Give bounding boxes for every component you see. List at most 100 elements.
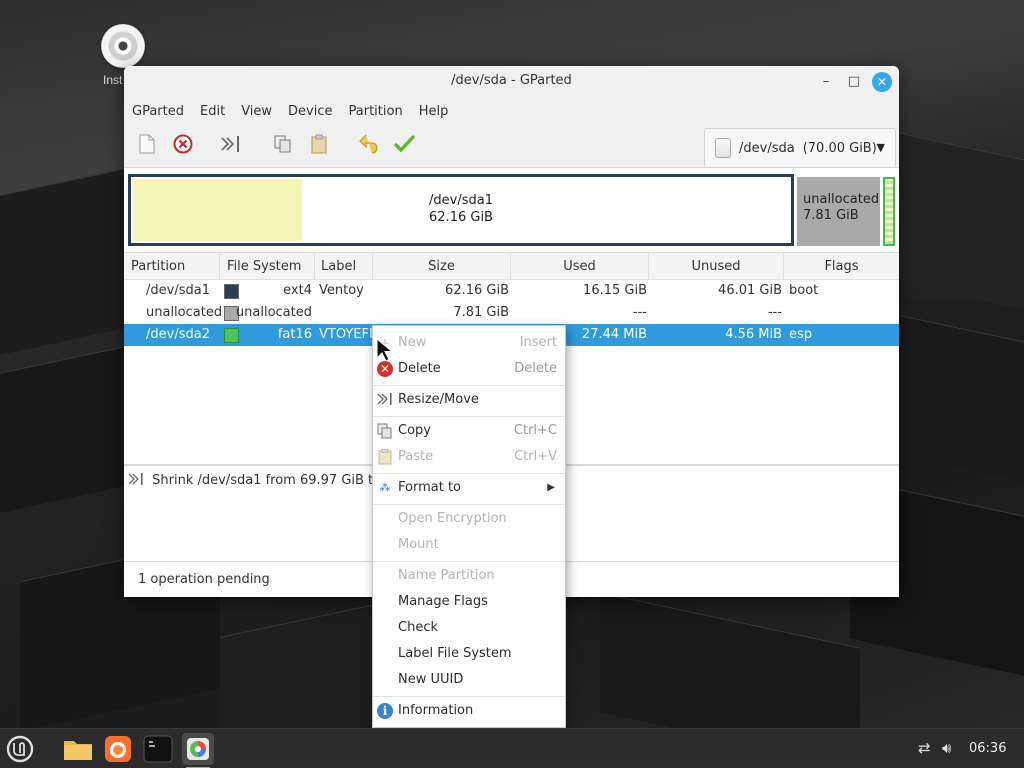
menu-item-copy[interactable]: Copy Ctrl+C <box>373 418 565 444</box>
menu-item-resize-move[interactable]: Resize/Move <box>373 387 565 413</box>
cell-flags: boot <box>789 283 819 298</box>
menu-item-paste[interactable]: Paste Ctrl+V <box>373 444 565 470</box>
menu-item-shortcut: Delete <box>514 361 557 376</box>
col-file-system[interactable]: File System <box>220 253 315 280</box>
clock[interactable]: 06:36 <box>969 741 1006 756</box>
menu-item-label: Resize/Move <box>398 392 479 407</box>
title-bar[interactable]: /dev/sda - GParted – □ ✕ <box>124 66 899 98</box>
menu-item-information[interactable]: i Information <box>373 698 565 724</box>
cell-partition: /dev/sda2 <box>146 327 210 342</box>
partition-map: /dev/sda1 62.16 GiB unallocated 7.81 GiB <box>124 168 899 250</box>
paste-button[interactable] <box>306 134 332 158</box>
table-row[interactable]: unallocated unallocated 7.81 GiB --- --- <box>124 302 899 324</box>
menu-bar: GParted Edit View Device Partition Help <box>124 98 899 124</box>
cell-flags: esp <box>789 327 813 342</box>
menu-separator <box>373 696 565 697</box>
minimize-button[interactable]: – <box>816 72 836 92</box>
maximize-button[interactable]: □ <box>844 72 864 92</box>
fs-color-swatch <box>224 328 239 343</box>
menu-separator <box>373 416 565 417</box>
delete-icon: ✕ <box>377 361 393 377</box>
copy-icon <box>377 423 393 439</box>
apply-button[interactable] <box>392 134 418 158</box>
partition-context-menu: + New Insert ✕ Delete Delete Resize/Move… <box>372 325 566 728</box>
col-partition[interactable]: Partition <box>124 253 220 280</box>
cell-unused: 46.01 GiB <box>718 283 782 298</box>
menu-item-name-partition[interactable]: Name Partition <box>373 563 565 589</box>
folder-icon <box>64 741 92 760</box>
gparted-taskbar-button[interactable] <box>182 733 214 768</box>
mouse-pointer-icon <box>376 338 394 362</box>
pending-operation[interactable]: Shrink /dev/sda1 from 69.97 GiB to 6 <box>128 472 394 488</box>
resize-move-button[interactable] <box>218 134 244 158</box>
menu-gparted[interactable]: GParted <box>132 104 184 119</box>
menu-item-format-to[interactable]: ⁂ Format to ▶ <box>373 475 565 501</box>
fs-color-swatch <box>224 284 239 299</box>
table-header: Partition File System Label Size Used Un… <box>124 252 899 280</box>
menu-item-label-file-system[interactable]: Label File System <box>373 641 565 667</box>
window-title: /dev/sda - GParted <box>451 73 572 88</box>
menu-item-label: Delete <box>398 361 441 376</box>
menu-device[interactable]: Device <box>288 104 332 119</box>
cell-unused: --- <box>767 305 782 320</box>
delete-button[interactable] <box>170 134 196 158</box>
partition-map-sda1-text: /dev/sda1 62.16 GiB <box>131 192 791 226</box>
menu-item-new[interactable]: + New Insert <box>373 330 565 356</box>
menu-item-manage-flags[interactable]: Manage Flags <box>373 589 565 615</box>
new-partition-button[interactable] <box>134 134 160 158</box>
cell-label: Ventoy <box>319 283 364 298</box>
menu-item-shortcut: Ctrl+C <box>513 423 557 438</box>
menu-item-open-encryption[interactable]: Open Encryption <box>373 506 565 532</box>
menu-view[interactable]: View <box>241 104 272 119</box>
pending-operation-text: Shrink /dev/sda1 from 69.97 GiB to 6 <box>152 473 394 488</box>
volume-icon[interactable]: 🔊︎ <box>942 739 951 757</box>
taskbar: ⇄ 🔊︎ 06:36 <box>0 728 1024 768</box>
disc-icon <box>101 24 145 68</box>
col-flags[interactable]: Flags <box>784 253 899 280</box>
network-icon[interactable]: ⇄ <box>918 739 931 757</box>
install-disc-icon[interactable] <box>98 24 148 68</box>
dropdown-arrow-icon: ▼ <box>876 141 885 154</box>
device-size: (70.00 GiB) <box>802 140 877 156</box>
table-row[interactable]: /dev/sda1 ext4 Ventoy 62.16 GiB 16.15 Gi… <box>124 280 899 302</box>
cell-fs: unallocated <box>235 305 312 320</box>
menu-item-new-uuid[interactable]: New UUID <box>373 667 565 693</box>
partition-map-sda1[interactable]: /dev/sda1 62.16 GiB <box>128 174 794 246</box>
format-icon: ⁂ <box>379 481 391 494</box>
menu-item-label: Label File System <box>398 646 512 661</box>
files-button[interactable] <box>62 733 94 765</box>
cell-partition: /dev/sda1 <box>146 283 210 298</box>
status-text: 1 operation pending <box>138 572 270 587</box>
terminal-button[interactable] <box>142 733 174 765</box>
col-unused[interactable]: Unused <box>649 253 784 280</box>
col-size[interactable]: Size <box>373 253 511 280</box>
menu-item-delete[interactable]: ✕ Delete Delete <box>373 356 565 382</box>
partition-map-sda2[interactable] <box>883 177 895 246</box>
cell-partition: unallocated <box>146 305 223 320</box>
partition-map-unallocated[interactable]: unallocated 7.81 GiB <box>797 177 880 246</box>
copy-button[interactable] <box>270 134 296 158</box>
device-selector[interactable]: /dev/sda (70.00 GiB) ▼ <box>704 128 896 168</box>
copy-icon <box>274 135 291 153</box>
start-menu-button[interactable] <box>4 733 36 765</box>
menu-item-mount[interactable]: Mount <box>373 532 565 558</box>
submenu-arrow-icon: ▶ <box>547 482 555 493</box>
col-label[interactable]: Label <box>315 253 373 280</box>
firefox-button[interactable] <box>102 733 134 765</box>
menu-separator <box>373 504 565 505</box>
menu-item-check[interactable]: Check <box>373 615 565 641</box>
menu-item-shortcut: Insert <box>519 335 557 350</box>
partition-map-sda1-name: /dev/sda1 <box>429 193 493 208</box>
undo-button[interactable] <box>356 134 382 158</box>
menu-edit[interactable]: Edit <box>200 104 225 119</box>
col-used[interactable]: Used <box>511 253 649 280</box>
menu-item-label: Manage Flags <box>398 594 488 609</box>
menu-separator <box>373 473 565 474</box>
device-name: /dev/sda <box>739 140 795 156</box>
menu-help[interactable]: Help <box>419 104 449 119</box>
menu-partition[interactable]: Partition <box>349 104 403 119</box>
close-button[interactable]: ✕ <box>872 72 892 92</box>
partition-map-unalloc-size: 7.81 GiB <box>803 208 859 223</box>
menu-item-label: New <box>398 335 427 350</box>
paste-icon <box>377 449 393 465</box>
